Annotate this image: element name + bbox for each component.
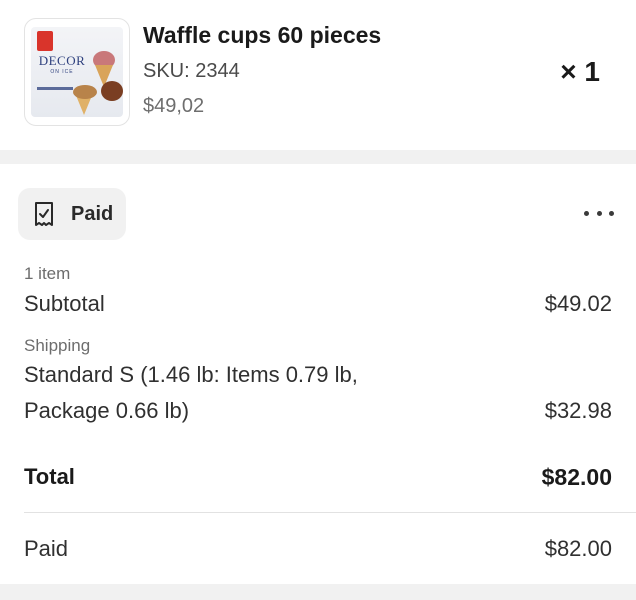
caramel-scoop-icon (73, 85, 97, 99)
brand-badge-icon (37, 31, 53, 51)
product-sku: SKU: 2344 (143, 60, 240, 82)
payment-status-badge[interactable]: Paid (18, 188, 126, 240)
payment-status-label: Paid (71, 203, 114, 225)
product-quantity: × 1 (560, 56, 600, 87)
shipping-value: $32.98 (544, 398, 612, 423)
section-separator (0, 150, 636, 164)
summary-divider (24, 512, 636, 513)
more-horizontal-icon-dot (596, 210, 602, 216)
receipt-check-icon (35, 202, 53, 226)
shipping-method-line2: Package 0.66 lb) (24, 398, 190, 423)
product-thumbnail[interactable]: DECOR ON ICE (24, 18, 130, 126)
item-count: 1 item (24, 264, 71, 283)
total-value: $82.00 (541, 464, 612, 490)
shipping-method-line1: Standard S (1.46 lb: Items 0.79 lb, (24, 362, 358, 387)
subtotal-value: $49.02 (544, 291, 612, 316)
more-actions-button[interactable] (584, 201, 614, 225)
subtotal-label: Subtotal (24, 291, 105, 316)
more-horizontal-icon-dot (609, 210, 614, 216)
thumbnail-brand-sub: ON ICE (50, 69, 74, 75)
section-separator-bottom (0, 584, 636, 600)
total-label: Total (24, 464, 75, 489)
product-title[interactable]: Waffle cups 60 pieces (143, 22, 381, 49)
product-unit-price: $49,02 (143, 95, 205, 117)
paid-value: $82.00 (544, 536, 612, 561)
shipping-heading: Shipping (24, 336, 91, 355)
thumbnail-brand: DECOR (38, 53, 86, 68)
product-image: DECOR ON ICE (31, 27, 123, 117)
order-line-item[interactable]: DECOR ON ICE Waffle cups 60 pieces SKU: … (0, 0, 636, 150)
paid-label: Paid (24, 536, 69, 561)
more-horizontal-icon (584, 210, 589, 216)
thumbnail-strip (37, 87, 73, 90)
chocolate-scoop-icon (101, 81, 123, 101)
